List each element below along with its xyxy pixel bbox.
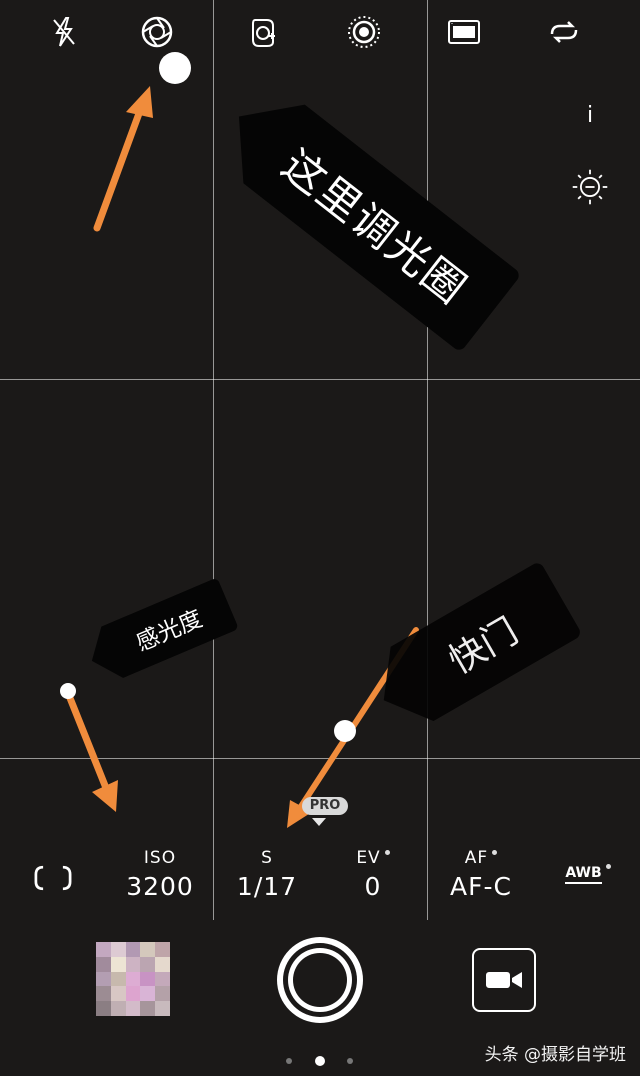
ev-setting[interactable]: EV 0 (328, 848, 418, 901)
pro-mode-badge[interactable]: PRO (302, 797, 348, 815)
aperture-callout-text: 这里调光圈 (273, 139, 477, 314)
pro-caret-icon (312, 818, 326, 826)
iso-label: ISO (143, 848, 177, 868)
info-label: i (586, 102, 594, 128)
watermark: 头条 @摄影自学班 (484, 1045, 626, 1065)
grid-line (427, 0, 428, 920)
iso-callout: 感光度 (81, 577, 239, 686)
camera-viewfinder[interactable]: i 这里调光圈 感光度 快门 PRO ISO 3200 S 1/17 EV 0 … (0, 0, 640, 1076)
aperture-icon[interactable] (137, 12, 177, 52)
page-dot (347, 1058, 353, 1064)
page-dot (286, 1058, 292, 1064)
iso-callout-text: 感光度 (132, 605, 207, 657)
shutter-speed-label: S (261, 848, 273, 868)
beauty-icon[interactable] (243, 12, 283, 52)
ev-label: EV (356, 848, 381, 868)
iso-value: 3200 (126, 872, 194, 901)
filmstrip-icon[interactable] (444, 12, 484, 52)
loop-icon[interactable] (544, 12, 584, 52)
ev-value: 0 (364, 872, 382, 901)
brightness-minus-icon[interactable] (568, 165, 612, 209)
page-dot-active (315, 1056, 325, 1066)
awb-label: AWB (565, 865, 602, 884)
grid-line (213, 0, 214, 920)
gallery-thumbnail[interactable] (96, 942, 170, 1016)
shutter-speed-setting[interactable]: S 1/17 (222, 848, 312, 901)
af-indicator-dot (492, 850, 498, 855)
awb-setting[interactable]: AWB (558, 862, 618, 884)
af-value: AF-C (450, 872, 512, 901)
video-camera-icon[interactable] (472, 948, 536, 1012)
af-label: AF (464, 848, 489, 868)
shutter-button-icon[interactable] (274, 934, 366, 1026)
shutter-callout-text: 快门 (442, 610, 526, 683)
af-setting[interactable]: AF AF-C (436, 848, 526, 901)
awb-indicator-dot (605, 864, 611, 869)
info-button[interactable]: i (578, 100, 602, 130)
live-photo-icon[interactable] (344, 12, 384, 52)
shutter-speed-value: 1/17 (236, 872, 298, 901)
aperture-callout: 这里调光圈 (208, 77, 522, 353)
ev-indicator-dot (384, 850, 390, 855)
grid-line (0, 379, 640, 380)
grid-line (0, 758, 640, 759)
metering-icon[interactable] (28, 858, 78, 898)
iso-setting[interactable]: ISO 3200 (115, 848, 205, 901)
flash-off-icon[interactable] (44, 12, 84, 52)
shutter-callout: 快门 (362, 561, 583, 738)
